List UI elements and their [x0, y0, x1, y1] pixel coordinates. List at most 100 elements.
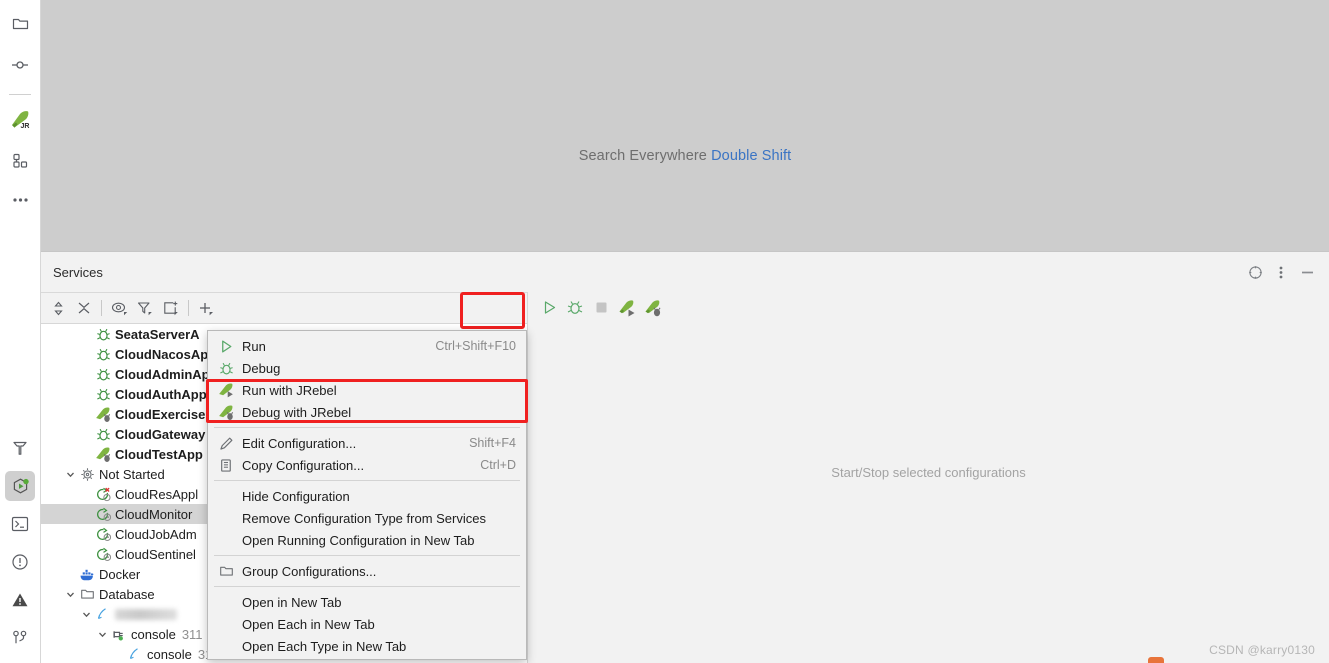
menu-item-label: Copy Configuration... [242, 457, 365, 473]
tree-row-label: CloudAuthApp [115, 386, 207, 402]
menu-group: Hide Configuration Remove Configuration T… [208, 485, 526, 551]
expand-collapse-icon[interactable] [45, 295, 71, 321]
help-icon[interactable] [1243, 260, 1267, 284]
menu-item-label: Debug with JRebel [242, 404, 352, 420]
chevron-down-icon[interactable] [63, 470, 78, 479]
exclamation-circle-icon[interactable] [5, 547, 35, 577]
menu-item-debug-with-jrebel[interactable]: Debug with JRebel [208, 401, 526, 423]
menu-item-run-with-jrebel[interactable]: Run with JRebel [208, 379, 526, 401]
menu-item-shortcut: Ctrl+D [480, 458, 516, 472]
menu-group: Open in New Tab Open Each in New Tab Open … [208, 591, 526, 657]
eye-icon[interactable] [106, 295, 132, 321]
add-icon[interactable] [193, 295, 219, 321]
progress-nub [1148, 657, 1164, 663]
stop-button [588, 295, 614, 321]
menu-item-copy-configuration[interactable]: Copy Configuration... Ctrl+D [208, 454, 526, 476]
menu-item-debug[interactable]: Debug [208, 357, 526, 379]
menu-group: Run with JRebel Debug with JRebel [206, 379, 528, 423]
menu-item-open-each-in-new-tab[interactable]: Open Each in New Tab [208, 613, 526, 635]
menu-item-remove-configuration-type[interactable]: Remove Configuration Type from Services [208, 507, 526, 529]
menu-item-open-running-configuration-new-tab[interactable]: Open Running Configuration in New Tab [208, 529, 526, 551]
build-icon[interactable] [5, 433, 35, 463]
search-everywhere-hint: Search Everywhere Double Shift [579, 148, 792, 164]
menu-item-label: Edit Configuration... [242, 435, 357, 451]
menu-separator [214, 555, 520, 556]
not-started-icon [94, 547, 112, 562]
services-header: Services [41, 252, 1329, 292]
menu-item-edit-configuration[interactable]: Edit Configuration... Shift+F4 [208, 432, 526, 454]
run-with-jrebel-button[interactable] [614, 295, 640, 321]
idea-window: JR Search Everywhere Double Shift Servic… [0, 0, 1329, 663]
services-title: Services [53, 264, 103, 280]
toolbar-divider-2 [188, 300, 189, 316]
chevron-down-icon[interactable] [95, 630, 110, 639]
warning-triangle-icon[interactable] [5, 585, 35, 615]
not-started-icon [94, 507, 112, 522]
tree-row-label: CloudExercise [115, 406, 206, 422]
jrebel-debug-icon [216, 404, 236, 420]
menu-item-group-configurations[interactable]: Group Configurations... [208, 560, 526, 582]
debug-button[interactable] [562, 295, 588, 321]
menu-item-label: Remove Configuration Type from Services [242, 510, 486, 526]
tree-row-label: CloudAdminAp [115, 366, 210, 382]
tree-row-label: CloudResAppl [115, 486, 199, 502]
menu-item-open-in-new-tab[interactable]: Open in New Tab [208, 591, 526, 613]
tree-row-label: CloudSentinel [115, 546, 196, 562]
services-icon[interactable] [5, 471, 35, 501]
spring-boot-icon [94, 427, 112, 442]
services-toolbar [41, 292, 527, 324]
debug-with-jrebel-button[interactable] [640, 295, 666, 321]
chevron-down-icon[interactable] [63, 590, 78, 599]
jrebel-icon[interactable]: JR [5, 105, 35, 135]
terminal-icon[interactable] [5, 509, 35, 539]
pencil-icon [216, 436, 236, 451]
commit-icon[interactable] [5, 50, 35, 80]
run-configuration-context-menu[interactable]: Run Ctrl+Shift+F10 Debug Run with JRebel … [206, 330, 528, 660]
tree-row-label: Docker [99, 566, 141, 582]
menu-item-run[interactable]: Run Ctrl+Shift+F10 [208, 335, 526, 357]
chevron-down-icon[interactable] [79, 610, 94, 619]
minus-icon[interactable] [1295, 260, 1319, 284]
more-tool-windows-icon[interactable] [5, 185, 35, 215]
menu-item-label: Open Each in New Tab [242, 616, 375, 632]
not-started-icon [94, 527, 112, 542]
menu-separator [214, 480, 520, 481]
services-placeholder-text: Start/Stop selected configurations [831, 465, 1026, 480]
not-started-error-icon [94, 487, 112, 502]
spring-boot-icon [94, 387, 112, 402]
tool-window-rail: JR [0, 0, 41, 663]
services-right-pane: Start/Stop selected configurations CSDN … [528, 292, 1329, 663]
structure-icon[interactable] [5, 145, 35, 175]
watermark-text: CSDN @karry0130 [1209, 643, 1315, 657]
docker-icon [78, 567, 96, 582]
rail-divider [9, 94, 31, 95]
filter-icon[interactable] [132, 295, 158, 321]
search-everywhere-hint-accent: Double Shift [711, 147, 792, 164]
menu-group: Run Ctrl+Shift+F10 Debug [208, 335, 526, 379]
folder-icon [216, 564, 236, 578]
branch-icon[interactable] [5, 623, 35, 653]
spring-boot-icon [94, 347, 112, 362]
db-conn-icon [126, 647, 144, 661]
menu-item-shortcut: Ctrl+Shift+F10 [435, 339, 516, 353]
menu-item-hide-configuration[interactable]: Hide Configuration [208, 485, 526, 507]
svg-text:JR: JR [21, 123, 30, 130]
bug-icon [216, 361, 236, 376]
folder-icon [78, 587, 96, 601]
toolbar-divider [101, 300, 102, 316]
tree-row-label: Not Started [99, 466, 165, 482]
console-plug-icon [110, 627, 128, 642]
menu-item-open-each-type-in-new-tab[interactable]: Open Each Type in New Tab [208, 635, 526, 657]
tree-row-label: Database [99, 586, 155, 602]
editor-empty-area: Search Everywhere Double Shift [41, 0, 1329, 251]
kebab-icon[interactable] [1269, 260, 1293, 284]
run-button[interactable] [536, 295, 562, 321]
collapse-all-icon[interactable] [71, 295, 97, 321]
menu-item-shortcut: Shift+F4 [469, 436, 516, 450]
run-controls-toolbar [528, 292, 1329, 324]
menu-item-label: Debug [242, 360, 281, 376]
search-everywhere-hint-prefix: Search Everywhere [578, 147, 712, 164]
project-icon[interactable] [5, 8, 35, 38]
new-tab-icon[interactable] [158, 295, 184, 321]
gear-icon [78, 467, 96, 482]
